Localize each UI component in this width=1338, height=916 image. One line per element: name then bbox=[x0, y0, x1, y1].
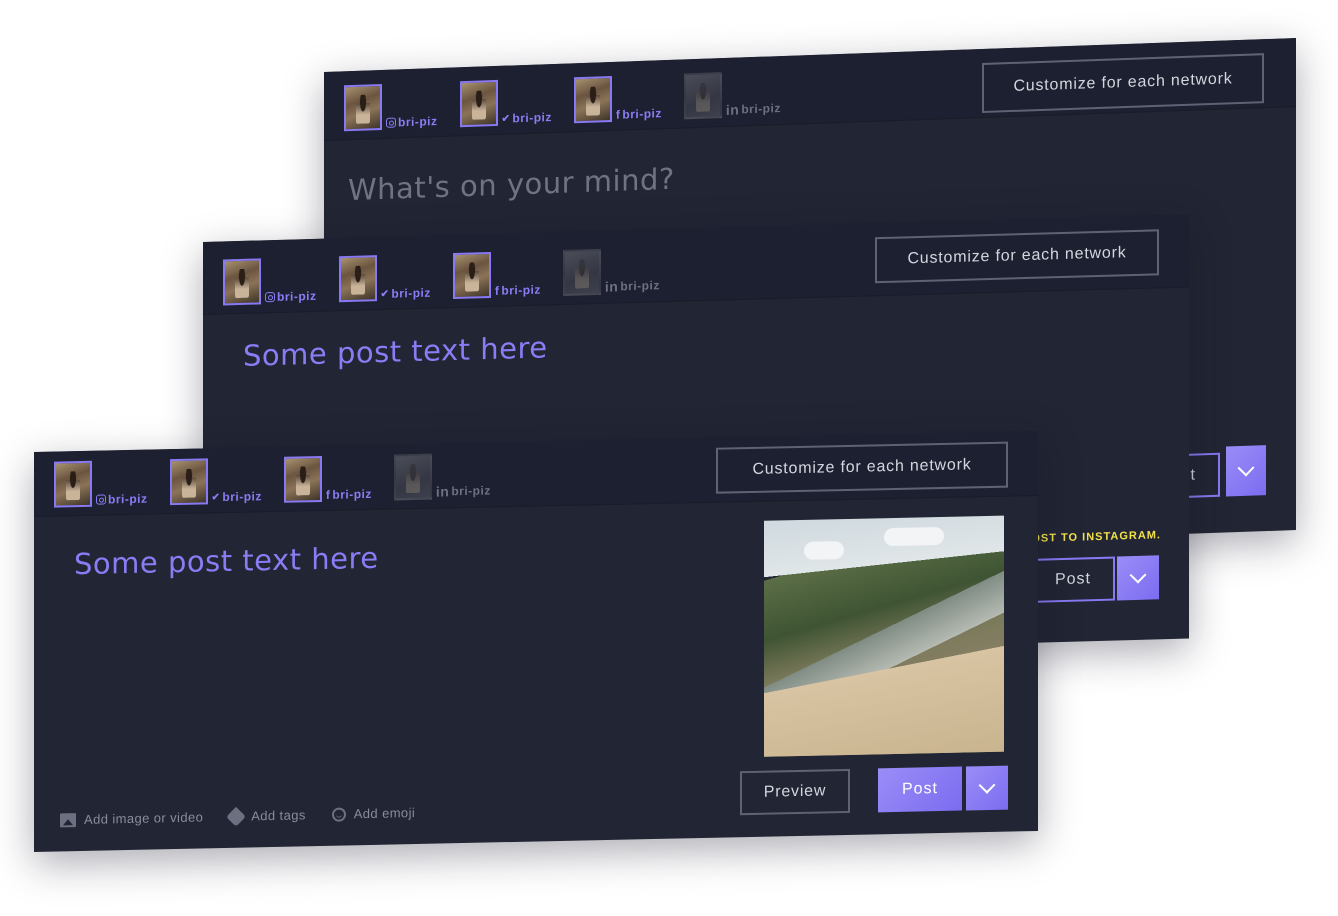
account-handle: bri-piz bbox=[620, 278, 660, 294]
account-facebook[interactable]: f bri-piz bbox=[283, 455, 372, 503]
instagram-icon bbox=[265, 291, 275, 303]
facebook-icon: f bbox=[325, 487, 331, 502]
account-handle: bri-piz bbox=[222, 489, 262, 505]
account-selector: bri-piz ✔ bri-piz f bri-piz in bri-piz bbox=[344, 70, 781, 132]
add-emoji-label: Add emoji bbox=[353, 805, 416, 822]
twitter-icon: ✔ bbox=[211, 491, 221, 503]
composer-header: bri-piz ✔ bri-piz f bri-piz in bri-piz Customi… bbox=[34, 430, 1038, 517]
avatar bbox=[169, 458, 208, 506]
attached-image[interactable] bbox=[764, 515, 1004, 757]
account-handle: bri-piz bbox=[622, 106, 662, 122]
account-selector: bri-piz ✔ bri-piz f bri-piz in bri-piz bbox=[223, 247, 660, 306]
account-twitter[interactable]: ✔ bri-piz bbox=[169, 457, 262, 506]
account-selector: bri-piz ✔ bri-piz f bri-piz in bri-piz bbox=[54, 452, 491, 508]
post-text-input[interactable]: What's on your mind? bbox=[348, 162, 675, 207]
chevron-down-icon bbox=[978, 776, 996, 794]
add-emoji-button[interactable]: Add emoji bbox=[331, 805, 416, 822]
avatar bbox=[338, 255, 377, 303]
instagram-warning: OST TO INSTAGRAM. bbox=[1031, 529, 1161, 545]
add-media-button[interactable]: Add image or video bbox=[60, 809, 203, 827]
account-instagram[interactable]: bri-piz bbox=[344, 82, 438, 132]
customize-network-button[interactable]: Customize for each network bbox=[716, 441, 1008, 494]
account-linkedin[interactable]: in bri-piz bbox=[393, 452, 491, 501]
post-options-dropdown[interactable] bbox=[1117, 555, 1159, 601]
account-handle: bri-piz bbox=[741, 101, 781, 117]
account-label: ✔ bri-piz bbox=[381, 286, 431, 301]
image-icon bbox=[60, 812, 76, 827]
account-handle: bri-piz bbox=[332, 486, 372, 502]
account-label: ✔ bri-piz bbox=[502, 110, 552, 126]
account-handle: bri-piz bbox=[451, 483, 491, 499]
account-instagram[interactable]: bri-piz bbox=[54, 460, 148, 508]
account-label: bri-piz bbox=[96, 492, 148, 507]
avatar bbox=[452, 251, 491, 300]
account-handle: bri-piz bbox=[108, 491, 148, 507]
linkedin-icon: in bbox=[725, 101, 740, 118]
add-media-label: Add image or video bbox=[84, 809, 204, 827]
account-handle: bri-piz bbox=[277, 288, 317, 304]
account-label: f bri-piz bbox=[495, 283, 541, 298]
chevron-down-icon bbox=[1237, 459, 1255, 477]
post-button[interactable]: Post bbox=[1031, 556, 1115, 603]
account-twitter[interactable]: ✔ bri-piz bbox=[338, 254, 431, 303]
facebook-icon: f bbox=[494, 283, 500, 298]
account-facebook[interactable]: f bri-piz bbox=[573, 74, 662, 124]
add-tags-button[interactable]: Add tags bbox=[226, 806, 306, 827]
account-facebook[interactable]: f bri-piz bbox=[452, 251, 541, 300]
instagram-icon bbox=[96, 494, 106, 505]
tag-icon bbox=[226, 806, 247, 827]
account-twitter[interactable]: ✔ bri-piz bbox=[459, 78, 552, 128]
account-label: ✔ bri-piz bbox=[212, 489, 262, 504]
avatar bbox=[223, 258, 261, 306]
account-label: f bri-piz bbox=[326, 487, 372, 502]
avatar bbox=[393, 453, 432, 501]
post-options-dropdown[interactable] bbox=[1226, 445, 1266, 497]
account-label: f bri-piz bbox=[616, 106, 662, 122]
add-tags-label: Add tags bbox=[251, 807, 306, 824]
cloud-decoration bbox=[804, 541, 844, 560]
cloud-decoration bbox=[884, 526, 944, 547]
post-text-input[interactable]: Some post text here bbox=[243, 330, 548, 373]
account-handle: bri-piz bbox=[391, 285, 431, 301]
facebook-icon: f bbox=[615, 107, 621, 122]
customize-network-button[interactable]: Customize for each network bbox=[982, 53, 1264, 114]
account-handle: bri-piz bbox=[501, 282, 541, 298]
post-text-input[interactable]: Some post text here bbox=[74, 541, 379, 581]
composer-toolbar: Add image or video Add tags Add emoji bbox=[60, 805, 415, 827]
composer-card-front: bri-piz ✔ bri-piz f bri-piz in bri-piz Customi… bbox=[34, 430, 1038, 852]
chevron-down-icon bbox=[1129, 566, 1147, 584]
avatar bbox=[573, 75, 612, 124]
avatar bbox=[459, 79, 498, 128]
linkedin-icon: in bbox=[604, 278, 619, 295]
avatar bbox=[54, 460, 92, 508]
account-label: in bri-piz bbox=[605, 277, 660, 295]
avatar bbox=[683, 72, 722, 120]
avatar bbox=[562, 248, 601, 296]
account-label: bri-piz bbox=[386, 114, 438, 130]
preview-button[interactable]: Preview bbox=[740, 768, 850, 816]
account-label: bri-piz bbox=[265, 289, 317, 304]
customize-network-button[interactable]: Customize for each network bbox=[875, 229, 1159, 284]
account-linkedin[interactable]: in bri-piz bbox=[683, 70, 781, 120]
account-instagram[interactable]: bri-piz bbox=[223, 257, 317, 306]
twitter-icon: ✔ bbox=[501, 112, 511, 125]
account-handle: bri-piz bbox=[398, 114, 438, 130]
avatar bbox=[344, 83, 382, 132]
emoji-icon bbox=[331, 806, 346, 822]
account-label: in bri-piz bbox=[436, 482, 491, 499]
post-options-dropdown[interactable] bbox=[966, 765, 1008, 811]
linkedin-icon: in bbox=[435, 483, 450, 500]
account-label: in bri-piz bbox=[726, 100, 781, 118]
twitter-icon: ✔ bbox=[380, 288, 390, 300]
account-linkedin[interactable]: in bri-piz bbox=[562, 247, 660, 296]
account-handle: bri-piz bbox=[512, 110, 552, 126]
avatar bbox=[283, 455, 322, 503]
post-button[interactable]: Post bbox=[878, 766, 962, 813]
instagram-icon bbox=[386, 117, 396, 128]
composer-header: bri-piz ✔ bri-piz f bri-piz in bri-piz Customi… bbox=[324, 38, 1296, 142]
